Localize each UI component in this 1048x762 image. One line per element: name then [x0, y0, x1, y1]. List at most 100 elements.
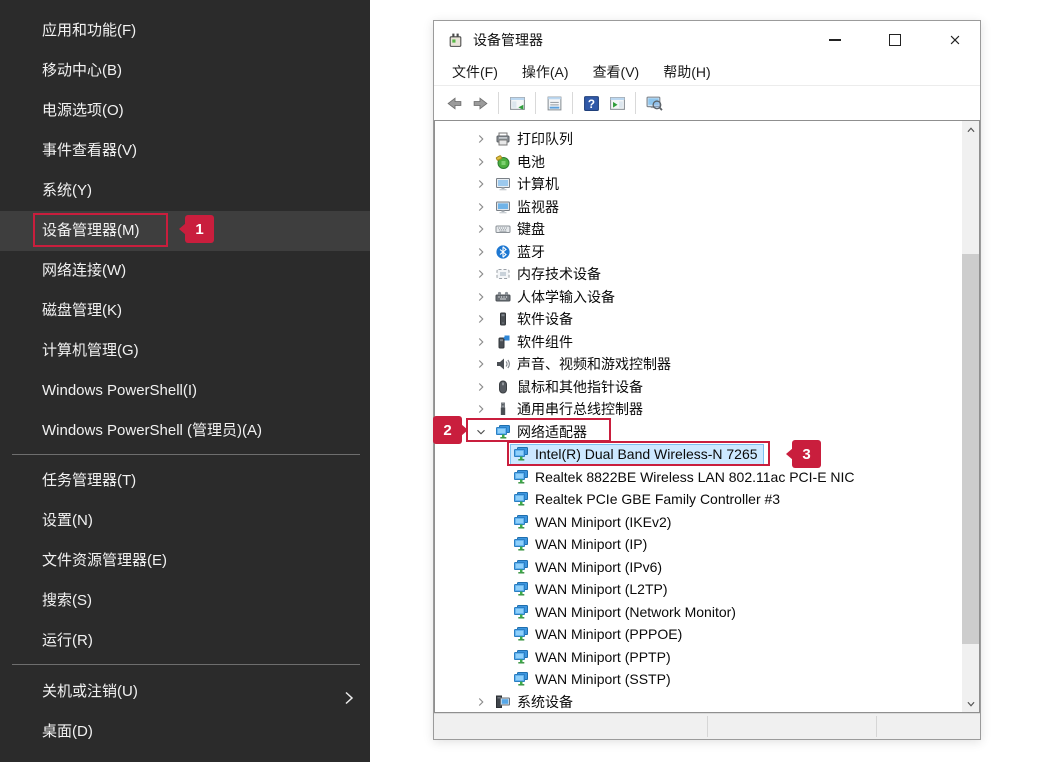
- winx-item-label: 桌面(D): [42, 723, 93, 740]
- tree-item-usb-controllers[interactable]: 通用串行总线控制器: [435, 398, 979, 421]
- chevron-right-icon[interactable]: [473, 289, 489, 305]
- tree-item-mice[interactable]: 鼠标和其他指针设备: [435, 376, 979, 399]
- tree-item-batteries[interactable]: 电池: [435, 151, 979, 174]
- chevron-right-icon[interactable]: [473, 334, 489, 350]
- tree-item-label: 键盘: [517, 219, 545, 239]
- chevron-right-icon[interactable]: [473, 221, 489, 237]
- tree-item-software-components[interactable]: 软件组件: [435, 331, 979, 354]
- chevron-right-icon[interactable]: [473, 176, 489, 192]
- tree-item-wan-pppoe[interactable]: WAN Miniport (PPPOE): [435, 623, 979, 646]
- tree-item-bluetooth[interactable]: 蓝牙: [435, 241, 979, 264]
- winx-item-disk-management[interactable]: 磁盘管理(K): [0, 291, 370, 331]
- vertical-scrollbar[interactable]: [962, 121, 979, 712]
- tree-item-network-adapters[interactable]: 网络适配器: [435, 421, 979, 444]
- chevron-right-icon[interactable]: [473, 694, 489, 710]
- chevron-down-icon[interactable]: [473, 424, 489, 440]
- tree-item-label: Realtek 8822BE Wireless LAN 802.11ac PCI…: [535, 469, 855, 485]
- tree-item-computer[interactable]: 计算机: [435, 173, 979, 196]
- tree-item-hid[interactable]: 人体学输入设备: [435, 286, 979, 309]
- network-adapter-icon: [513, 604, 529, 620]
- tree-item-wan-ip[interactable]: WAN Miniport (IP): [435, 533, 979, 556]
- forward-button[interactable]: [468, 91, 492, 115]
- tree-item-sound-controllers[interactable]: 声音、视频和游戏控制器: [435, 353, 979, 376]
- chevron-right-icon[interactable]: [473, 199, 489, 215]
- back-button[interactable]: [442, 91, 466, 115]
- winx-item-device-manager[interactable]: 设备管理器(M): [0, 211, 370, 251]
- console-tree-icon: [509, 95, 526, 112]
- scan-hardware-changes-button[interactable]: [642, 91, 666, 115]
- tree-item-wan-ipv6[interactable]: WAN Miniport (IPv6): [435, 556, 979, 579]
- minimize-button[interactable]: [812, 21, 857, 59]
- winx-item-file-explorer[interactable]: 文件资源管理器(E): [0, 541, 370, 581]
- winx-divider: [12, 454, 360, 455]
- tree-item-keyboards[interactable]: 键盘: [435, 218, 979, 241]
- winx-item-desktop[interactable]: 桌面(D): [0, 712, 370, 752]
- menu-help[interactable]: 帮助(H): [651, 58, 722, 86]
- help-button[interactable]: [579, 91, 603, 115]
- tree-item-label: 软件设备: [517, 309, 573, 329]
- close-button[interactable]: [932, 21, 977, 59]
- toolbar-separator: [498, 92, 499, 114]
- menu-action[interactable]: 操作(A): [510, 58, 581, 86]
- winx-item-search[interactable]: 搜索(S): [0, 581, 370, 621]
- tree-item-print-queues[interactable]: 打印队列: [435, 128, 979, 151]
- chevron-right-icon[interactable]: [473, 266, 489, 282]
- chevron-right-icon[interactable]: [473, 401, 489, 417]
- scroll-up-icon[interactable]: [962, 121, 979, 138]
- tree-item-wan-l2tp[interactable]: WAN Miniport (L2TP): [435, 578, 979, 601]
- tree-item-software-devices[interactable]: 软件设备: [435, 308, 979, 331]
- tree-item-wan-netmon[interactable]: WAN Miniport (Network Monitor): [435, 601, 979, 624]
- menu-view[interactable]: 查看(V): [581, 58, 652, 86]
- tree-item-wan-ikev2[interactable]: WAN Miniport (IKEv2): [435, 511, 979, 534]
- winx-item-powershell-admin[interactable]: Windows PowerShell (管理员)(A): [0, 411, 370, 451]
- chevron-right-icon[interactable]: [473, 379, 489, 395]
- show-console-tree-button[interactable]: [505, 91, 529, 115]
- tree-item-intel-wireless[interactable]: Intel(R) Dual Band Wireless-N 7265: [435, 443, 979, 466]
- chevron-right-icon[interactable]: [473, 154, 489, 170]
- maximize-button[interactable]: [872, 21, 917, 59]
- winx-item-computer-management[interactable]: 计算机管理(G): [0, 331, 370, 371]
- winx-item-run[interactable]: 运行(R): [0, 621, 370, 661]
- winx-item-label: 运行(R): [42, 632, 93, 649]
- tree-item-realtek-pcie-gbe[interactable]: Realtek PCIe GBE Family Controller #3: [435, 488, 979, 511]
- show-action-pane-button[interactable]: [605, 91, 629, 115]
- winx-item-apps-features[interactable]: 应用和功能(F): [0, 11, 370, 51]
- chevron-right-icon[interactable]: [473, 356, 489, 372]
- maximize-icon: [889, 34, 901, 46]
- tree-item-label: 计算机: [517, 174, 559, 194]
- title-bar[interactable]: 设备管理器: [434, 21, 980, 59]
- winx-item-label: 磁盘管理(K): [42, 302, 122, 319]
- network-adapter-icon: [513, 446, 529, 462]
- scroll-down-icon[interactable]: [962, 695, 979, 712]
- scrollbar-thumb[interactable]: [962, 254, 979, 644]
- winx-item-label: 计算机管理(G): [42, 342, 139, 359]
- chevron-right-icon[interactable]: [473, 131, 489, 147]
- chevron-right-icon[interactable]: [473, 311, 489, 327]
- winx-item-mobility-center[interactable]: 移动中心(B): [0, 51, 370, 91]
- menu-file[interactable]: 文件(F): [440, 58, 510, 86]
- winx-item-event-viewer[interactable]: 事件查看器(V): [0, 131, 370, 171]
- tree-item-label: WAN Miniport (SSTP): [535, 671, 671, 687]
- winx-item-label: 关机或注销(U): [42, 683, 138, 700]
- battery-icon: [495, 154, 511, 170]
- tree-item-wan-pptp[interactable]: WAN Miniport (PPTP): [435, 646, 979, 669]
- properties-icon: [546, 95, 563, 112]
- winx-item-system[interactable]: 系统(Y): [0, 171, 370, 211]
- tree-item-system-devices[interactable]: 系统设备: [435, 691, 979, 714]
- tree-item-monitors[interactable]: 监视器: [435, 196, 979, 219]
- winx-item-network-connections[interactable]: 网络连接(W): [0, 251, 370, 291]
- tree-item-memory-devices[interactable]: 内存技术设备: [435, 263, 979, 286]
- chevron-right-icon[interactable]: [473, 244, 489, 260]
- tree-item-label: 电池: [517, 152, 545, 172]
- action-pane-icon: [609, 95, 626, 112]
- tree-item-wan-sstp[interactable]: WAN Miniport (SSTP): [435, 668, 979, 691]
- winx-item-powershell[interactable]: Windows PowerShell(I): [0, 371, 370, 411]
- winx-item-settings[interactable]: 设置(N): [0, 501, 370, 541]
- properties-button[interactable]: [542, 91, 566, 115]
- winx-item-power-options[interactable]: 电源选项(O): [0, 91, 370, 131]
- winx-item-task-manager[interactable]: 任务管理器(T): [0, 461, 370, 501]
- tree-item-realtek-8822be[interactable]: Realtek 8822BE Wireless LAN 802.11ac PCI…: [435, 466, 979, 489]
- tree-item-label: 人体学输入设备: [517, 287, 615, 307]
- winx-item-shutdown[interactable]: 关机或注销(U): [0, 672, 370, 712]
- tree-item-label: WAN Miniport (PPTP): [535, 649, 671, 665]
